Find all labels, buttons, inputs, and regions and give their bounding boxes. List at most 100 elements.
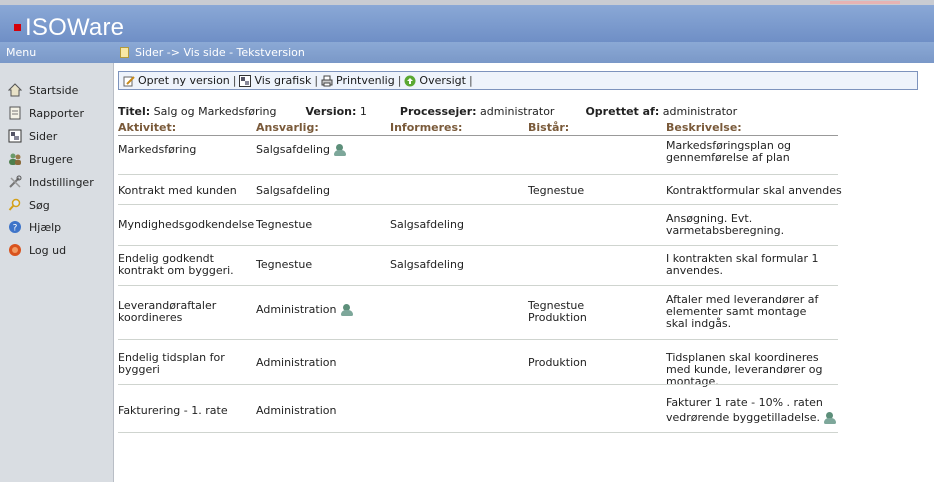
description-cell: Markedsføringsplan og gennemførelse af p… [666,139,792,164]
description-cell: Fakturer 1 rate - 10% . raten vedrørende… [666,395,838,425]
toolbar-separator: | [314,74,319,87]
logo-mark-icon [14,24,21,31]
table-row: Markedsføring Salgsafdeling Markedsførin… [118,138,838,175]
title-value: Salg og Markedsføring [153,105,277,118]
sidebar-item-brugere[interactable]: Brugere [8,152,73,166]
responsible-cell: Administration [256,404,337,417]
help-icon: ? [8,220,22,234]
activity-cell: Leverandøraftaler koordineres [118,299,217,324]
print-button[interactable]: Printvenlig [321,74,395,87]
description-cell: Tidsplanen skal koordineres med kunde, l… [666,351,823,388]
sidebar-item-rapporter[interactable]: Rapporter [8,106,84,120]
assist-cell: Produktion [528,356,587,369]
sidebar: Startside Rapporter Sider Brugere Indsti… [0,63,114,482]
activity-cell: Fakturering - 1. rate [118,404,228,417]
activity-cell: Endelig godkendt kontrakt om byggeri. [118,252,234,277]
responsible-cell: Tegnestue [256,258,313,271]
sidebar-item-label: Brugere [29,152,73,166]
logout-icon [8,243,22,257]
report-icon [8,106,22,120]
show-graphic-button[interactable]: Vis grafisk [239,74,311,87]
sidebar-item-sog[interactable]: Søg [8,198,50,212]
svg-text:?: ? [13,224,18,234]
table-row: Leverandøraftaler koordineres Administra… [118,286,838,340]
printer-icon [321,75,333,87]
toolbar-separator: | [468,74,473,87]
sub-header-bar: Menu Sider -> Vis side - Tekstversion [0,42,934,63]
version-value: 1 [359,105,367,118]
activity-cell: Myndighedsgodkendelse [118,218,255,231]
assist-cell: Tegnestue Produktion [528,299,587,324]
description-cell: I kontrakten skal formular 1 anvendes. [666,252,819,277]
graphic-icon [239,74,252,87]
sidebar-item-label: Rapporter [29,106,84,120]
breadcrumb: Sider -> Vis side - Tekstversion [120,46,305,59]
table-row: Kontrakt med kunden Salgsafdeling Tegnes… [118,175,842,205]
breadcrumb-text: Sider -> Vis side - Tekstversion [135,46,305,59]
responsible-cell: Administration [256,356,337,369]
header-divider [118,135,838,136]
sidebar-item-label: Indstillinger [29,175,94,189]
sidebar-item-label: Søg [29,198,50,212]
home-icon [7,83,23,97]
sidebar-item-log-ud[interactable]: Log ud [8,243,66,257]
toolbar-separator: | [232,74,237,87]
activity-cell: Markedsføring [118,143,197,156]
app-logo: ISOWare [25,14,125,41]
activity-cell: Kontrakt med kunden [118,184,237,197]
row-divider [118,432,838,433]
table-row: Fakturering - 1. rate Administration Fak… [118,385,838,433]
sidebar-item-indstillinger[interactable]: Indstillinger [8,175,94,189]
new-version-button[interactable]: Opret ny version [123,74,230,87]
description-cell: Aftaler med leverandører af elementer sa… [666,293,819,330]
description-cell: Kontraktformular skal anvendes [666,184,842,197]
inform-cell: Salgsafdeling [390,258,464,271]
column-header-description: Beskrivelse: [666,121,742,134]
sidebar-item-hjaelp[interactable]: ? Hjælp [8,220,61,234]
table-row: Myndighedsgodkendelse Tegnestue Salgsafd… [118,205,838,246]
menu-label: Menu [6,46,37,59]
toolbar-separator: | [397,74,402,87]
sidebar-item-label: Hjælp [29,220,62,234]
created-label: Oprettet af: [585,105,660,118]
pages-icon [8,129,22,143]
assist-cell: Tegnestue [528,184,585,197]
responsible-link[interactable]: Administration [256,303,337,316]
show-graphic-label: Vis grafisk [254,74,312,87]
person-icon[interactable] [823,412,837,424]
document-icon [120,47,129,58]
description-text: Fakturer 1 rate - 10% . raten vedrørende… [666,396,823,424]
edit-document-icon [123,75,135,87]
column-header-inform: Informeres: [390,121,463,134]
sidebar-item-label: Startside [29,83,79,97]
overview-icon [404,75,416,87]
page-meta: Titel: Salg og Markedsføring Version: 1 … [118,105,737,118]
search-icon [8,198,22,212]
responsible-cell: Administration [256,304,386,316]
sidebar-item-startside[interactable]: Startside [7,83,79,97]
sidebar-item-sider[interactable]: Sider [8,129,57,143]
owner-value: administrator [480,105,555,118]
sidebar-item-label: Sider [29,129,58,143]
person-icon[interactable] [333,144,347,156]
column-header-responsible: Ansvarlig: [256,121,319,134]
sidebar-item-label: Log ud [29,243,67,257]
main-content: Opret ny version | Vis grafisk | Printve… [114,63,934,482]
print-label: Printvenlig [336,74,395,87]
responsible-cell: Salgsafdeling [256,184,330,197]
tools-icon [8,175,22,189]
app-header: ISOWare [0,5,934,42]
inform-cell: Salgsafdeling [390,218,464,231]
window-top-accent [830,1,900,4]
owner-label: Processejer: [399,105,477,118]
overview-label: Oversigt [419,74,466,87]
created-value: administrator [662,105,738,118]
overview-button[interactable]: Oversigt [404,74,466,87]
person-icon[interactable] [340,304,354,316]
table-row: Endelig godkendt kontrakt om byggeri. Te… [118,246,838,286]
responsible-text: Salgsafdeling [256,143,330,156]
version-label: Version: [305,105,357,118]
column-header-assist: Bistår: [528,121,570,134]
activity-cell: Endelig tidsplan for byggeri [118,351,225,376]
toolbar: Opret ny version | Vis grafisk | Printve… [118,71,918,90]
